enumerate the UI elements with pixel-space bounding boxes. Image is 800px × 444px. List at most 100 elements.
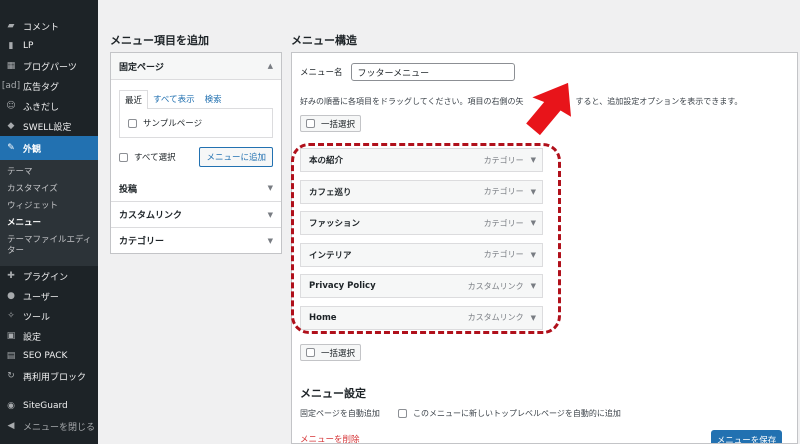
- accordion-label: 固定ページ: [119, 62, 164, 73]
- sidebar-item-label: 再利用ブロック: [23, 372, 87, 383]
- plugin-icon: ✚: [7, 271, 15, 281]
- sidebar-item-comment[interactable]: ▰ コメント: [0, 16, 98, 36]
- sidebar-item-balloon[interactable]: ☺ ふきだし: [0, 96, 98, 116]
- bulk-select-checkbox[interactable]: [306, 119, 315, 128]
- sidebar-top-spacer: [0, 0, 98, 16]
- bulk-select-top[interactable]: 一括選択: [300, 115, 362, 132]
- submenu-item[interactable]: カスタマイズ: [0, 181, 98, 198]
- bulk-select-label: 一括選択: [321, 119, 356, 130]
- red-arrow-shape: [526, 82, 572, 136]
- menu-name-row: メニュー名 フッターメニュー: [300, 63, 515, 81]
- accordion-section[interactable]: カテゴリー ▼: [111, 227, 281, 253]
- settings-icon: ▣: [6, 331, 16, 341]
- appearance-icon: ✎: [7, 143, 15, 153]
- accordion-sections: 投稿 ▼ カスタムリンク ▼ カテゴリー ▼: [111, 175, 281, 253]
- sidebar-bottom-items: ✚ プラグイン ● ユーザー ✧ ツール ▣ 設定 ▤ SEO PACK ↻ 再利用ブロック: [0, 266, 98, 386]
- bulk-select-checkbox[interactable]: [306, 348, 315, 357]
- sidebar-item-label: LP: [23, 41, 34, 51]
- sidebar-item-label: ツール: [23, 312, 51, 323]
- menu-settings-title: メニュー設定: [300, 387, 366, 400]
- menu-name-input[interactable]: フッターメニュー: [350, 63, 515, 81]
- siteguard-icon: ◉: [7, 401, 15, 411]
- auto-add-checkbox[interactable]: [398, 409, 407, 418]
- tools-icon: ✧: [7, 311, 15, 321]
- chevron-down-icon: ▼: [267, 184, 273, 192]
- tab-2[interactable]: 検索: [200, 90, 227, 109]
- ad-icon: [ad]: [1, 81, 21, 91]
- sidebar-item-label: ブログパーツ: [23, 62, 77, 73]
- select-row: すべて選択 メニューに追加: [119, 147, 273, 167]
- collapse-label: メニューを閉じる: [23, 422, 96, 433]
- select-all[interactable]: すべて選択: [119, 151, 176, 163]
- chevron-down-icon: ▼: [267, 210, 273, 219]
- submenu-item[interactable]: メニュー: [0, 215, 98, 232]
- bulk-select-bottom[interactable]: 一括選択: [300, 344, 362, 361]
- sidebar-item-appearance[interactable]: ✎ 外観: [0, 136, 98, 160]
- sidebar-item-seo[interactable]: ▤ SEO PACK: [0, 346, 98, 366]
- collapse-menu-button[interactable]: ◀ メニューを閉じる: [0, 416, 98, 436]
- sidebar-item-label: SWELL設定: [23, 122, 72, 133]
- page-option-label: サンプルページ: [143, 119, 203, 129]
- sidebar-item-tools[interactable]: ✧ ツール: [0, 306, 98, 326]
- accordion-label: カテゴリー: [119, 237, 165, 247]
- chevron-down-icon: ▼: [267, 236, 273, 245]
- highlight-dashed-outline: [291, 143, 561, 334]
- instructions-head: 好みの順番に各項目をドラッグしてください。項目の右側の矢: [300, 97, 524, 106]
- menu-name-label: メニュー名: [300, 68, 343, 78]
- accordion-label: 投稿: [119, 184, 138, 195]
- sidebar-item-reusable[interactable]: ↻ 再利用ブロック: [0, 366, 98, 386]
- instructions-tail: すると、追加設定オプションを表示できます。: [575, 97, 743, 106]
- save-menu-button[interactable]: メニューを保存: [711, 430, 782, 443]
- select-all-checkbox[interactable]: [119, 152, 128, 162]
- add-menu-items-panel: 固定ページ ▲ 最近 すべて表示 検索 サンプルページ すべて選択 メニューに追加 …: [110, 52, 282, 254]
- comment-icon: ▰: [7, 21, 15, 31]
- red-arrow-annotation: [526, 82, 572, 136]
- sidebar-item-blocks[interactable]: ▦ ブログパーツ: [0, 56, 98, 76]
- seo-icon: ▤: [6, 351, 16, 361]
- tab-1[interactable]: すべて表示: [148, 90, 200, 109]
- sidebar-item-label: SiteGuard: [23, 401, 68, 411]
- tab-0[interactable]: 最近: [119, 90, 149, 109]
- swell-icon: ◆: [7, 121, 15, 131]
- submenu-item[interactable]: テーマファイルエディター: [0, 232, 98, 260]
- submenu-item[interactable]: テーマ: [0, 164, 98, 181]
- auto-add-label: 固定ページを自動追加: [300, 409, 380, 418]
- chevron-up-icon: ▲: [267, 62, 273, 70]
- add-to-menu-button[interactable]: メニューに追加: [199, 147, 273, 167]
- select-all-label: すべて選択: [134, 153, 176, 163]
- page-list: サンプルページ: [119, 108, 273, 138]
- sidebar-item-label: 広告タグ: [23, 82, 60, 93]
- sidebar-item-page[interactable]: ▮ LP: [0, 36, 98, 56]
- sidebar-item-label: プラグイン: [23, 272, 69, 283]
- sidebar-top-items: ▰ コメント ▮ LP ▦ ブログパーツ [ad] 広告タグ ☺ ふきだし ◆ SWELL設定: [0, 16, 98, 136]
- page-checkbox[interactable]: [128, 118, 137, 128]
- auto-add-option: このメニューに新しいトップレベルページを自動的に追加: [413, 409, 621, 418]
- add-menu-items-title: メニュー項目を追加: [110, 34, 209, 47]
- sidebar-item-label: 設定: [23, 332, 42, 343]
- collapse-icon: ◀: [7, 421, 15, 431]
- users-icon: ●: [7, 291, 15, 301]
- page-tabs: 最近 すべて表示 検索: [119, 90, 273, 109]
- accordion-label: カスタムリンク: [119, 211, 183, 221]
- sidebar-item-ad[interactable]: [ad] 広告タグ: [0, 76, 98, 96]
- sidebar-item-label: コメント: [23, 22, 60, 33]
- accordion-section[interactable]: 投稿 ▼: [111, 175, 281, 201]
- sidebar-item-siteguard[interactable]: ◉ SiteGuard: [0, 396, 98, 416]
- sidebar-item-swell[interactable]: ◆ SWELL設定: [0, 116, 98, 136]
- admin-sidebar: ▰ コメント ▮ LP ▦ ブログパーツ [ad] 広告タグ ☺ ふきだし ◆ SWELL設定 ✎ 外…: [0, 0, 98, 444]
- sidebar-item-label: SEO PACK: [23, 351, 68, 361]
- fixed-page-body: 最近 すべて表示 検索 サンプルページ すべて選択 メニューに追加: [111, 79, 281, 175]
- reusable-icon: ↻: [7, 371, 15, 381]
- balloon-icon: ☺: [6, 101, 16, 111]
- sidebar-item-plugin[interactable]: ✚ プラグイン: [0, 266, 98, 286]
- page-icon: ▮: [8, 41, 14, 51]
- sidebar-item-label: ふきだし: [23, 102, 60, 113]
- sidebar-item-settings[interactable]: ▣ 設定: [0, 326, 98, 346]
- sidebar-item-label: ユーザー: [23, 292, 59, 303]
- submenu-item[interactable]: ウィジェット: [0, 198, 98, 215]
- delete-menu-link[interactable]: メニューを削除: [300, 433, 360, 443]
- accordion-fixed-page[interactable]: 固定ページ ▲: [111, 53, 281, 79]
- auto-add-row: 固定ページを自動追加 このメニューに新しいトップレベルページを自動的に追加: [300, 408, 621, 419]
- sidebar-item-users[interactable]: ● ユーザー: [0, 286, 98, 306]
- accordion-section[interactable]: カスタムリンク ▼: [111, 201, 281, 227]
